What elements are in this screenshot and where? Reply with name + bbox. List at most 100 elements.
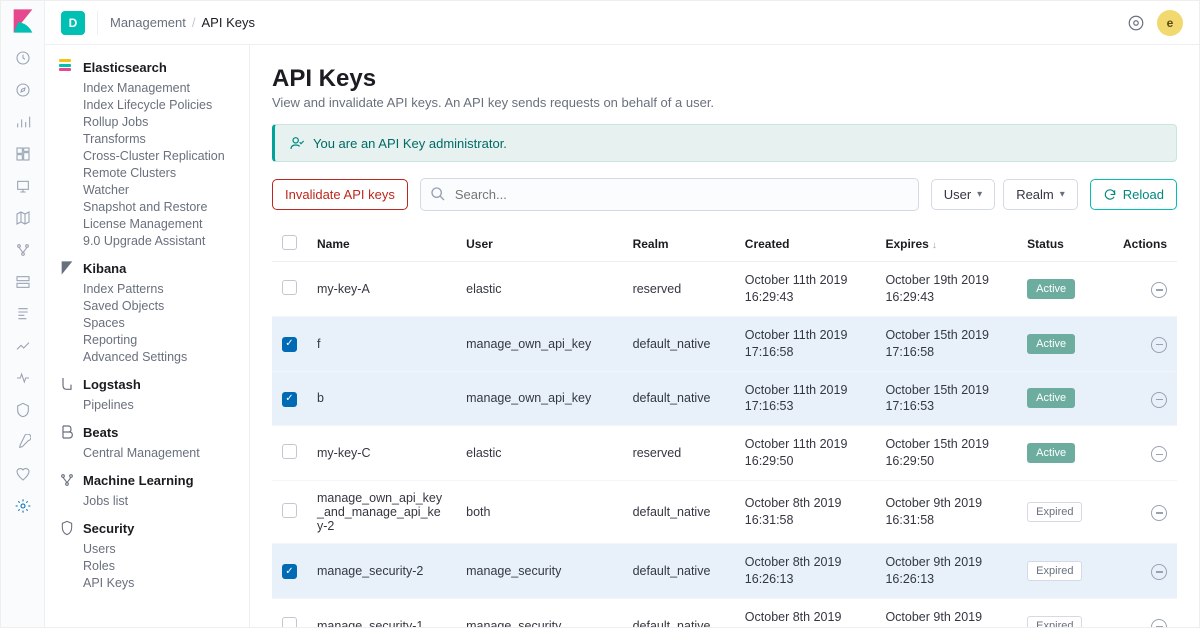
invalidate-row-icon[interactable] <box>1151 446 1167 462</box>
sidenav-item[interactable]: Index Lifecycle Policies <box>83 98 243 112</box>
rail-logs-icon[interactable] <box>14 305 32 323</box>
sidenav-section-title[interactable]: Beats <box>59 424 243 440</box>
cell-realm: reserved <box>623 426 735 481</box>
cell-realm: reserved <box>623 262 735 317</box>
rail-maps-icon[interactable] <box>14 209 32 227</box>
row-checkbox[interactable] <box>282 564 297 579</box>
divider <box>97 11 98 35</box>
cell-expires: October 15th 201917:16:53 <box>875 371 1017 426</box>
rail-monitoring-icon[interactable] <box>14 465 32 483</box>
filter-realm-button[interactable]: Realm▾ <box>1003 179 1078 210</box>
rail-ml-icon[interactable] <box>14 241 32 259</box>
cell-status: Expired <box>1017 598 1103 627</box>
kibana-logo[interactable] <box>9 7 37 35</box>
sidenav-item[interactable]: Snapshot and Restore <box>83 200 243 214</box>
sidenav-item[interactable]: Cross-Cluster Replication <box>83 149 243 163</box>
col-expires[interactable]: Expires↓ <box>875 227 1017 262</box>
invalidate-row-icon[interactable] <box>1151 564 1167 580</box>
filter-user-button[interactable]: User▾ <box>931 179 995 210</box>
sidenav-section-title[interactable]: Security <box>59 520 243 536</box>
rail-infra-icon[interactable] <box>14 273 32 291</box>
sidenav-item[interactable]: Remote Clusters <box>83 166 243 180</box>
invalidate-row-icon[interactable] <box>1151 392 1167 408</box>
invalidate-row-icon[interactable] <box>1151 505 1167 521</box>
cell-created: October 8th 201916:26:13 <box>735 544 876 599</box>
cell-user: both <box>456 481 622 544</box>
invalidate-button[interactable]: Invalidate API keys <box>272 179 408 210</box>
sidenav-item[interactable]: Central Management <box>83 446 243 460</box>
newsfeed-icon[interactable] <box>1127 14 1145 32</box>
table-row: bmanage_own_api_keydefault_nativeOctober… <box>272 371 1177 426</box>
row-checkbox[interactable] <box>282 280 297 295</box>
rail-recent-icon[interactable] <box>14 49 32 67</box>
sidenav-section-title[interactable]: Machine Learning <box>59 472 243 488</box>
sidenav-item[interactable]: Advanced Settings <box>83 350 243 364</box>
cell-realm: default_native <box>623 316 735 371</box>
rail-uptime-icon[interactable] <box>14 369 32 387</box>
toolbar: Invalidate API keys User▾ Realm▾ Reload <box>272 178 1177 211</box>
invalidate-row-icon[interactable] <box>1151 337 1167 353</box>
sidenav-item[interactable]: API Keys <box>83 576 243 590</box>
sidenav-item[interactable]: License Management <box>83 217 243 231</box>
row-checkbox[interactable] <box>282 337 297 352</box>
row-checkbox[interactable] <box>282 392 297 407</box>
sidenav-item[interactable]: Saved Objects <box>83 299 243 313</box>
sidenav-item[interactable]: Transforms <box>83 132 243 146</box>
breadcrumb-separator: / <box>192 15 196 30</box>
col-name[interactable]: Name <box>307 227 456 262</box>
cell-expires: October 9th 201916:31:58 <box>875 481 1017 544</box>
sidenav-section-title[interactable]: Kibana <box>59 260 243 276</box>
sidenav-item[interactable]: Rollup Jobs <box>83 115 243 129</box>
sidenav-item[interactable]: Pipelines <box>83 398 243 412</box>
sidenav-item[interactable]: 9.0 Upgrade Assistant <box>83 234 243 248</box>
table-row: my-key-CelasticreservedOctober 11th 2019… <box>272 426 1177 481</box>
breadcrumb-current: API Keys <box>202 15 255 30</box>
row-checkbox[interactable] <box>282 503 297 518</box>
cell-created: October 8th 201916:31:58 <box>735 481 876 544</box>
rail-management-icon[interactable] <box>14 497 32 515</box>
row-checkbox[interactable] <box>282 617 297 627</box>
user-avatar[interactable]: e <box>1157 10 1183 36</box>
cell-expires: October 15th 201916:29:50 <box>875 426 1017 481</box>
cell-status: Expired <box>1017 481 1103 544</box>
sidenav-section: Machine Learning Jobs list <box>59 472 243 508</box>
search-input[interactable] <box>420 178 919 211</box>
sidenav-item[interactable]: Reporting <box>83 333 243 347</box>
sidenav-item[interactable]: Index Management <box>83 81 243 95</box>
sidenav-item[interactable]: Index Patterns <box>83 282 243 296</box>
sidenav-item[interactable]: Jobs list <box>83 494 243 508</box>
row-checkbox[interactable] <box>282 444 297 459</box>
breadcrumb-parent[interactable]: Management <box>110 15 186 30</box>
invalidate-row-icon[interactable] <box>1151 619 1167 627</box>
sidenav-section-title[interactable]: Logstash <box>59 376 243 392</box>
cell-actions <box>1104 426 1177 481</box>
rail-canvas-icon[interactable] <box>14 177 32 195</box>
sidenav-item[interactable]: Users <box>83 542 243 556</box>
sidenav-item[interactable]: Spaces <box>83 316 243 330</box>
cell-name: manage_own_api_key_and_manage_api_key-2 <box>307 481 456 544</box>
invalidate-row-icon[interactable] <box>1151 282 1167 298</box>
api-keys-table: Name User Realm Created Expires↓ Status … <box>272 227 1177 627</box>
sidenav-item[interactable]: Watcher <box>83 183 243 197</box>
status-badge: Expired <box>1027 616 1082 627</box>
cell-status: Active <box>1017 316 1103 371</box>
status-badge: Expired <box>1027 561 1082 581</box>
reload-button[interactable]: Reload <box>1090 179 1177 210</box>
sidenav-item[interactable]: Roles <box>83 559 243 573</box>
rail-apm-icon[interactable] <box>14 337 32 355</box>
col-status[interactable]: Status <box>1017 227 1103 262</box>
kibana-icon <box>59 260 75 276</box>
table-row: manage_security-1manage_securitydefault_… <box>272 598 1177 627</box>
rail-visualize-icon[interactable] <box>14 113 32 131</box>
rail-devtools-icon[interactable] <box>14 433 32 451</box>
rail-siem-icon[interactable] <box>14 401 32 419</box>
col-realm[interactable]: Realm <box>623 227 735 262</box>
rail-discover-icon[interactable] <box>14 81 32 99</box>
sidenav-section: Elasticsearch Index Management Index Lifec… <box>59 59 243 248</box>
rail-dashboard-icon[interactable] <box>14 145 32 163</box>
sidenav-section-title[interactable]: Elasticsearch <box>59 59 243 75</box>
col-user[interactable]: User <box>456 227 622 262</box>
select-all-checkbox[interactable] <box>282 235 297 250</box>
col-created[interactable]: Created <box>735 227 876 262</box>
space-selector[interactable]: D <box>61 11 85 35</box>
